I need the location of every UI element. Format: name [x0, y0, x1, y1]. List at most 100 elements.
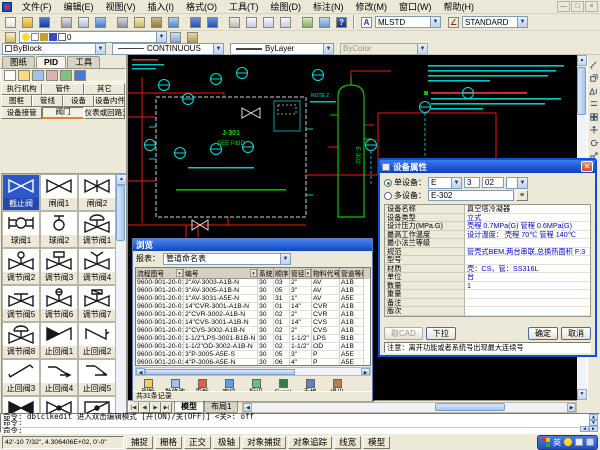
category-button[interactable]: 仪表或回路元件	[84, 107, 125, 119]
status-toggle[interactable]: 极轴	[213, 436, 240, 449]
open-icon[interactable]	[19, 15, 36, 30]
designcenter-icon[interactable]	[299, 15, 316, 30]
menu-item[interactable]: 帮助(H)	[438, 0, 481, 14]
zoom-previous-icon[interactable]	[277, 15, 294, 30]
keyboard-icon[interactable]	[575, 438, 583, 446]
property-value[interactable]: 真空塔冷凝器	[465, 205, 590, 214]
palette-item[interactable]: 调节阀4	[78, 248, 116, 285]
table-row[interactable]: 9600-901-20-013"P-3005-A5E-S30053"PA5E	[136, 351, 370, 359]
command-scrollbar[interactable]: ▲ ▼	[589, 414, 598, 426]
palette-item[interactable]: 止回阀2	[78, 322, 116, 359]
menu-item[interactable]: 工具(T)	[223, 0, 265, 14]
status-toggle[interactable]: 正交	[184, 436, 211, 449]
multi-device-radio[interactable]	[384, 192, 392, 200]
chevron-down-icon[interactable]: ▼	[280, 254, 290, 264]
scroll-down-icon[interactable]: ▼	[577, 389, 587, 400]
palette-item[interactable]: 调节阀5	[2, 285, 40, 322]
menu-item[interactable]: 视图(V)	[100, 0, 142, 14]
menu-item[interactable]: 修改(M)	[350, 0, 394, 14]
category-button[interactable]: 图框	[1, 95, 32, 107]
palette-item[interactable]: 截止阀	[2, 174, 40, 211]
category-button[interactable]: 设备	[63, 95, 94, 107]
match-properties-icon[interactable]	[165, 15, 182, 30]
table-row[interactable]: 9600-901-20-012"AV-3003-A1B-N30032"AVA1B	[136, 279, 370, 287]
offset-icon[interactable]	[588, 98, 600, 110]
close-button[interactable]: ×	[585, 1, 598, 12]
column-header[interactable]: 流程图号▼	[136, 268, 184, 279]
command-mini-scroll[interactable]: ◀ ▶	[580, 426, 598, 432]
menu-item[interactable]: 编辑(E)	[58, 0, 100, 14]
dim-style-icon[interactable]: ∠	[445, 15, 462, 30]
menu-item[interactable]: 插入(I)	[142, 0, 181, 14]
scrollbar-thumb[interactable]	[116, 185, 125, 241]
first-tab-icon[interactable]: |◀	[128, 402, 139, 413]
scroll-left-icon[interactable]: ◀	[580, 426, 589, 432]
scrollbar-thumb[interactable]	[145, 369, 295, 375]
move-icon[interactable]	[588, 124, 600, 136]
chevron-down-icon[interactable]: ▼	[213, 44, 223, 54]
next-tab-icon[interactable]: ▶	[150, 402, 161, 413]
menu-item[interactable]: 文件(F)	[16, 0, 58, 14]
column-header[interactable]: 编号▼	[184, 268, 258, 279]
status-toggle[interactable]: 线宽	[334, 436, 361, 449]
paste-icon[interactable]	[148, 15, 165, 30]
palette-item[interactable]: 止回阀5	[78, 359, 116, 396]
scroll-up-icon[interactable]: ▲	[577, 55, 587, 66]
zoom-realtime-icon[interactable]	[243, 15, 260, 30]
category-button[interactable]: 管件	[42, 83, 83, 95]
palette-item[interactable]: 球阀2	[40, 211, 78, 248]
palette-item[interactable]: 调节阀3	[40, 248, 78, 285]
plot-icon[interactable]	[58, 15, 75, 30]
table-row[interactable]: 9600-901-20-012"CVS-3002-A1B-N30022"CVSA…	[136, 327, 370, 335]
column-header[interactable]: 系统▼	[258, 268, 274, 279]
status-toggle[interactable]: 对象追踪	[288, 436, 332, 449]
status-toggle[interactable]: 对象捕捉	[242, 436, 286, 449]
zoom-window-icon[interactable]	[260, 15, 277, 30]
restore-button[interactable]: □	[571, 1, 584, 12]
menu-item[interactable]: 标注(N)	[307, 0, 350, 14]
dim-style-combo[interactable]: STANDARD ▼	[462, 16, 528, 28]
erase-icon[interactable]	[588, 59, 600, 71]
text-style-icon[interactable]: A	[358, 15, 375, 30]
category-button[interactable]: 其它	[84, 83, 125, 95]
chevron-down-icon[interactable]: ▼	[95, 44, 105, 54]
palette-item[interactable]: 闸阀1	[40, 174, 78, 211]
last-tab-icon[interactable]: ▶|	[161, 402, 172, 413]
array-icon[interactable]	[588, 111, 600, 123]
scrollbar-thumb[interactable]	[435, 403, 505, 411]
palette-item[interactable]: 止回阀4	[40, 359, 78, 396]
help-icon[interactable]: ?	[333, 15, 350, 30]
table-row[interactable]: 9600-901-20-011-1/2"LPS-3001-B1B-N30011-…	[136, 335, 370, 343]
dropdown-button[interactable]: 下拉	[426, 327, 456, 340]
palette-tab[interactable]: 图纸	[2, 56, 35, 68]
command-line[interactable]: 命令: dblclkedit 进入双击编辑模式 [开(ON)/关(OFF)] <…	[0, 413, 600, 433]
palette-item[interactable]: 止回阀3	[2, 359, 40, 396]
lineweight-combo[interactable]: ByLayer ▼	[230, 43, 334, 55]
status-toggle[interactable]: 栅格	[155, 436, 182, 449]
input-method-logo-icon[interactable]	[541, 438, 550, 447]
drawing-hscrollbar[interactable]: ◀ ▶	[242, 402, 577, 413]
palette-item[interactable]: 调节阀6	[40, 285, 78, 322]
expand-icon[interactable]: ≡	[516, 190, 528, 201]
language-toggle[interactable]: 英	[553, 438, 561, 447]
new-file-icon[interactable]	[2, 15, 19, 30]
multi-device-field[interactable]: E-302	[428, 190, 514, 201]
dialog-title-bar[interactable]: 设备属性 ✕	[380, 160, 595, 173]
save-icon[interactable]	[74, 70, 86, 81]
menu-item[interactable]: 格式(O)	[180, 0, 223, 14]
rotate-icon[interactable]	[588, 137, 600, 149]
table-row[interactable]: 9600-901-20-011-1/2"OD-3002-A1B-N30021-1…	[136, 343, 370, 351]
palette-item[interactable]: 止回阀1	[40, 322, 78, 359]
moon-icon[interactable]	[564, 438, 572, 446]
scrollbar-thumb[interactable]	[577, 67, 586, 115]
palette-item[interactable]: 调节阀2	[2, 248, 40, 285]
palette-item[interactable]: 调节阀1	[78, 211, 116, 248]
copy-icon[interactable]	[131, 15, 148, 30]
redo-icon[interactable]	[204, 15, 221, 30]
single-device-radio[interactable]	[384, 179, 392, 187]
chevron-down-icon[interactable]: ▼	[323, 44, 333, 54]
chevron-down-icon[interactable]: ▼	[430, 17, 440, 27]
status-toggle[interactable]: 模型	[363, 436, 390, 449]
prev-tab-icon[interactable]: ◀	[139, 402, 150, 413]
column-header[interactable]: 管道等级▼	[340, 268, 364, 279]
